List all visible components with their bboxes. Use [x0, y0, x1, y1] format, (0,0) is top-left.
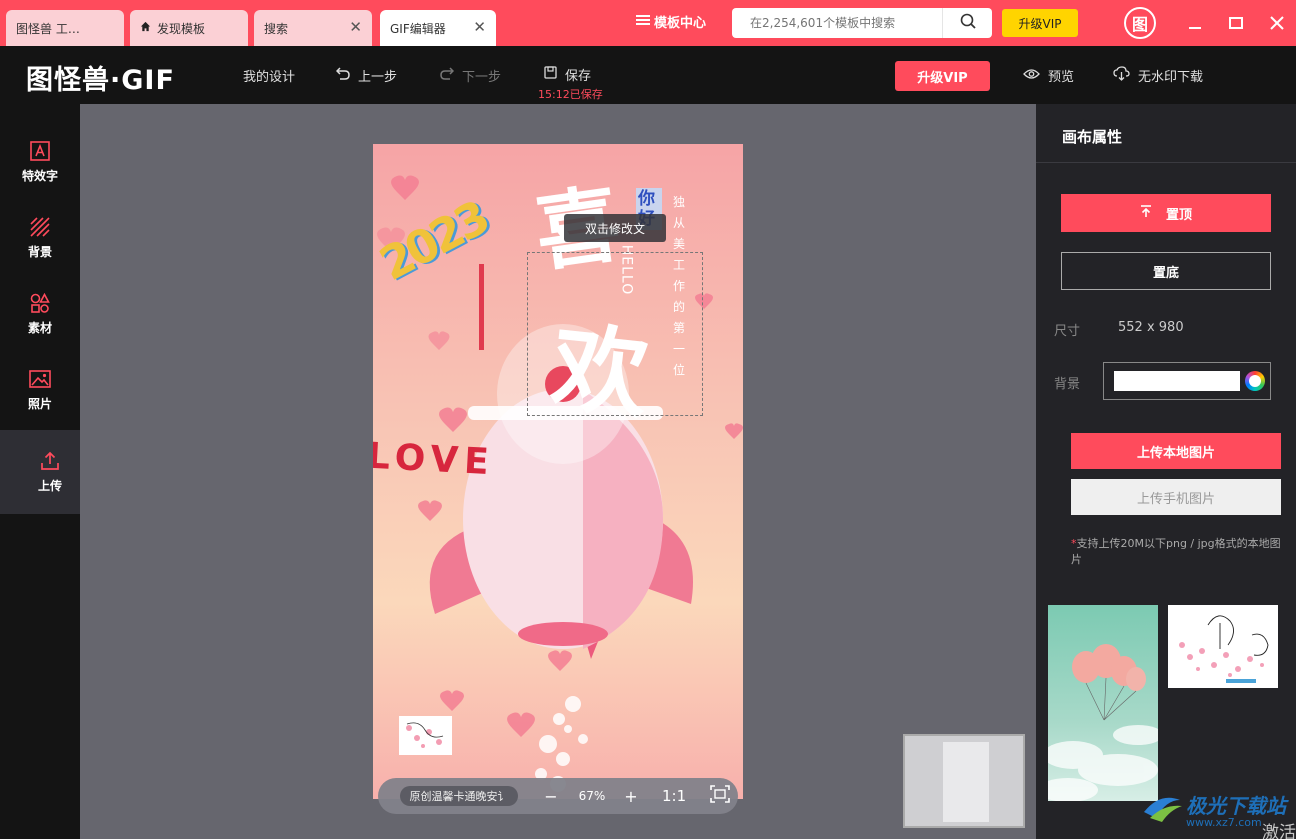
activate-windows-text: 激活: [1262, 823, 1296, 839]
uploaded-image-sketch[interactable]: [1168, 605, 1278, 688]
upgrade-vip-button[interactable]: 升级VIP: [895, 61, 990, 91]
tab-label: 图怪兽 工…: [16, 21, 80, 36]
panel-divider: [1036, 162, 1296, 163]
close-icon[interactable]: ✕: [473, 19, 486, 35]
cloud-download-icon: [1113, 66, 1130, 85]
panel-title: 画布属性: [1062, 128, 1123, 146]
photo-icon: [29, 369, 51, 389]
left-sidebar: 特效字 背景 素材 照片 上传: [0, 104, 100, 839]
bring-to-top-button[interactable]: 置顶: [1061, 194, 1271, 232]
tab-label: 发现模板: [157, 21, 206, 36]
zoom-in-button[interactable]: +: [620, 787, 642, 806]
upload-note-text: 支持上传20M以下png / jpg格式的本地图片: [1071, 537, 1281, 566]
arrow-up-icon: [1140, 204, 1152, 222]
tab-label: GIF编辑器: [390, 21, 446, 36]
background-color-swatch[interactable]: [1114, 371, 1240, 391]
template-center-label: 模板中心: [654, 16, 707, 31]
poster-canvas[interactable]: 2023 喜 欢 你好 HELLO 独 从 美 工 作 的 第 一 位 LOVE: [373, 144, 743, 799]
eye-icon: [1023, 68, 1040, 84]
background-icon: [30, 216, 50, 237]
title-bar: 图怪兽 工… 发现模板 搜索 ✕ GIF编辑器 ✕ 模板中心 升级VIP 图: [0, 0, 1296, 46]
poster-sticker-thumbnail[interactable]: [399, 716, 452, 755]
search-icon: [960, 13, 976, 33]
layer-name[interactable]: 原创温馨卡通晚安讠: [400, 786, 518, 806]
zoom-level: 67%: [578, 789, 606, 803]
uploaded-image-balloons[interactable]: [1048, 605, 1158, 801]
background-color-picker[interactable]: [1103, 362, 1271, 400]
close-icon[interactable]: ✕: [349, 19, 362, 35]
tab-discover-templates[interactable]: 发现模板: [130, 10, 248, 46]
sidebar-item-text-effects[interactable]: 特效字: [0, 124, 80, 200]
sidebar-item-label: 特效字: [21, 168, 58, 183]
tab-home-app[interactable]: 图怪兽 工…: [6, 10, 124, 46]
zoom-bar: 原创温馨卡通晚安讠 − 67% + 1:1: [378, 778, 738, 814]
template-center-link[interactable]: 模板中心: [636, 12, 706, 31]
redo-button[interactable]: 下一步: [440, 66, 501, 85]
download-button[interactable]: 无水印下载: [1113, 66, 1203, 85]
watermark-logo-icon: [1140, 790, 1184, 824]
undo-button[interactable]: 上一步: [335, 66, 398, 85]
maximize-icon[interactable]: [1225, 12, 1247, 34]
my-designs-label: 我的设计: [243, 70, 296, 85]
my-designs-button[interactable]: 我的设计: [243, 66, 295, 85]
editor-toolbar: 图怪兽·GIF 我的设计 上一步 下一步 保存 15:12已保存 升级VIP 预…: [0, 46, 1296, 104]
background-label: 背景: [1054, 377, 1081, 392]
save-icon: [544, 66, 557, 83]
text-effect-icon: [30, 140, 50, 161]
watermark-url: www.xz7.com: [1186, 816, 1262, 829]
home-icon: [140, 21, 151, 35]
watermark-brand: 极光下载站: [1186, 794, 1286, 818]
canvas-minimap[interactable]: [903, 734, 1025, 828]
fit-screen-icon[interactable]: [710, 785, 730, 807]
color-wheel-icon[interactable]: [1245, 371, 1265, 391]
save-label: 保存: [565, 69, 592, 84]
download-label: 无水印下载: [1138, 70, 1204, 85]
minimize-icon[interactable]: [1184, 12, 1206, 34]
selection-box[interactable]: [527, 252, 703, 416]
upload-note: *支持上传20M以下png / jpg格式的本地图片: [1071, 536, 1281, 568]
shapes-icon: [30, 292, 50, 313]
tab-search[interactable]: 搜索 ✕: [254, 10, 372, 46]
edit-text-hint: 双击修改文: [564, 214, 666, 242]
tab-label: 搜索: [264, 21, 289, 36]
redo-icon: [440, 67, 455, 84]
tab-gif-editor[interactable]: GIF编辑器 ✕: [380, 10, 496, 46]
canvas-workspace[interactable]: 2023 喜 欢 你好 HELLO 独 从 美 工 作 的 第 一 位 LOVE…: [80, 104, 1036, 839]
upload-phone-image-button[interactable]: 上传手机图片: [1071, 479, 1281, 515]
sidebar-item-background[interactable]: 背景: [0, 200, 80, 276]
sidebar-item-label: 背景: [27, 244, 52, 259]
sidebar-item-label: 照片: [27, 396, 52, 411]
undo-icon: [335, 67, 350, 84]
menu-icon: [636, 14, 650, 30]
upload-icon: [40, 451, 60, 471]
redo-label: 下一步: [462, 70, 502, 85]
actual-size-button[interactable]: 1:1: [662, 787, 686, 805]
preview-button[interactable]: 预览: [1023, 66, 1074, 85]
zoom-out-button[interactable]: −: [540, 787, 562, 806]
upgrade-vip-top-button[interactable]: 升级VIP: [1002, 9, 1078, 37]
minimap-viewport[interactable]: [943, 742, 989, 822]
sidebar-item-materials[interactable]: 素材: [0, 276, 80, 352]
size-label: 尺寸: [1054, 324, 1081, 339]
search-input[interactable]: [732, 8, 937, 38]
size-value: 552 x 980: [1118, 320, 1184, 335]
poster-love[interactable]: LOVE: [373, 436, 496, 484]
bring-to-top-label: 置顶: [1165, 207, 1192, 223]
search-button[interactable]: [942, 8, 992, 38]
save-button[interactable]: 保存: [544, 65, 591, 84]
brand-logo: 图怪兽·GIF: [26, 65, 175, 96]
user-avatar[interactable]: 图: [1124, 7, 1156, 39]
send-to-bottom-button[interactable]: 置底: [1061, 252, 1271, 290]
close-window-icon[interactable]: [1266, 12, 1288, 34]
canvas-properties-panel: 画布属性 置顶 置底 尺寸 552 x 980 背景 上传本地图片 上传手机图片…: [1036, 104, 1296, 839]
sidebar-item-label: 素材: [27, 320, 52, 335]
upload-local-image-button[interactable]: 上传本地图片: [1071, 433, 1281, 469]
sidebar-item-photos[interactable]: 照片: [0, 352, 80, 428]
preview-label: 预览: [1048, 70, 1075, 85]
sidebar-item-label: 上传: [37, 478, 62, 493]
template-search: [732, 8, 992, 38]
undo-label: 上一步: [358, 70, 398, 85]
saved-time-status: 15:12已保存: [538, 88, 603, 101]
